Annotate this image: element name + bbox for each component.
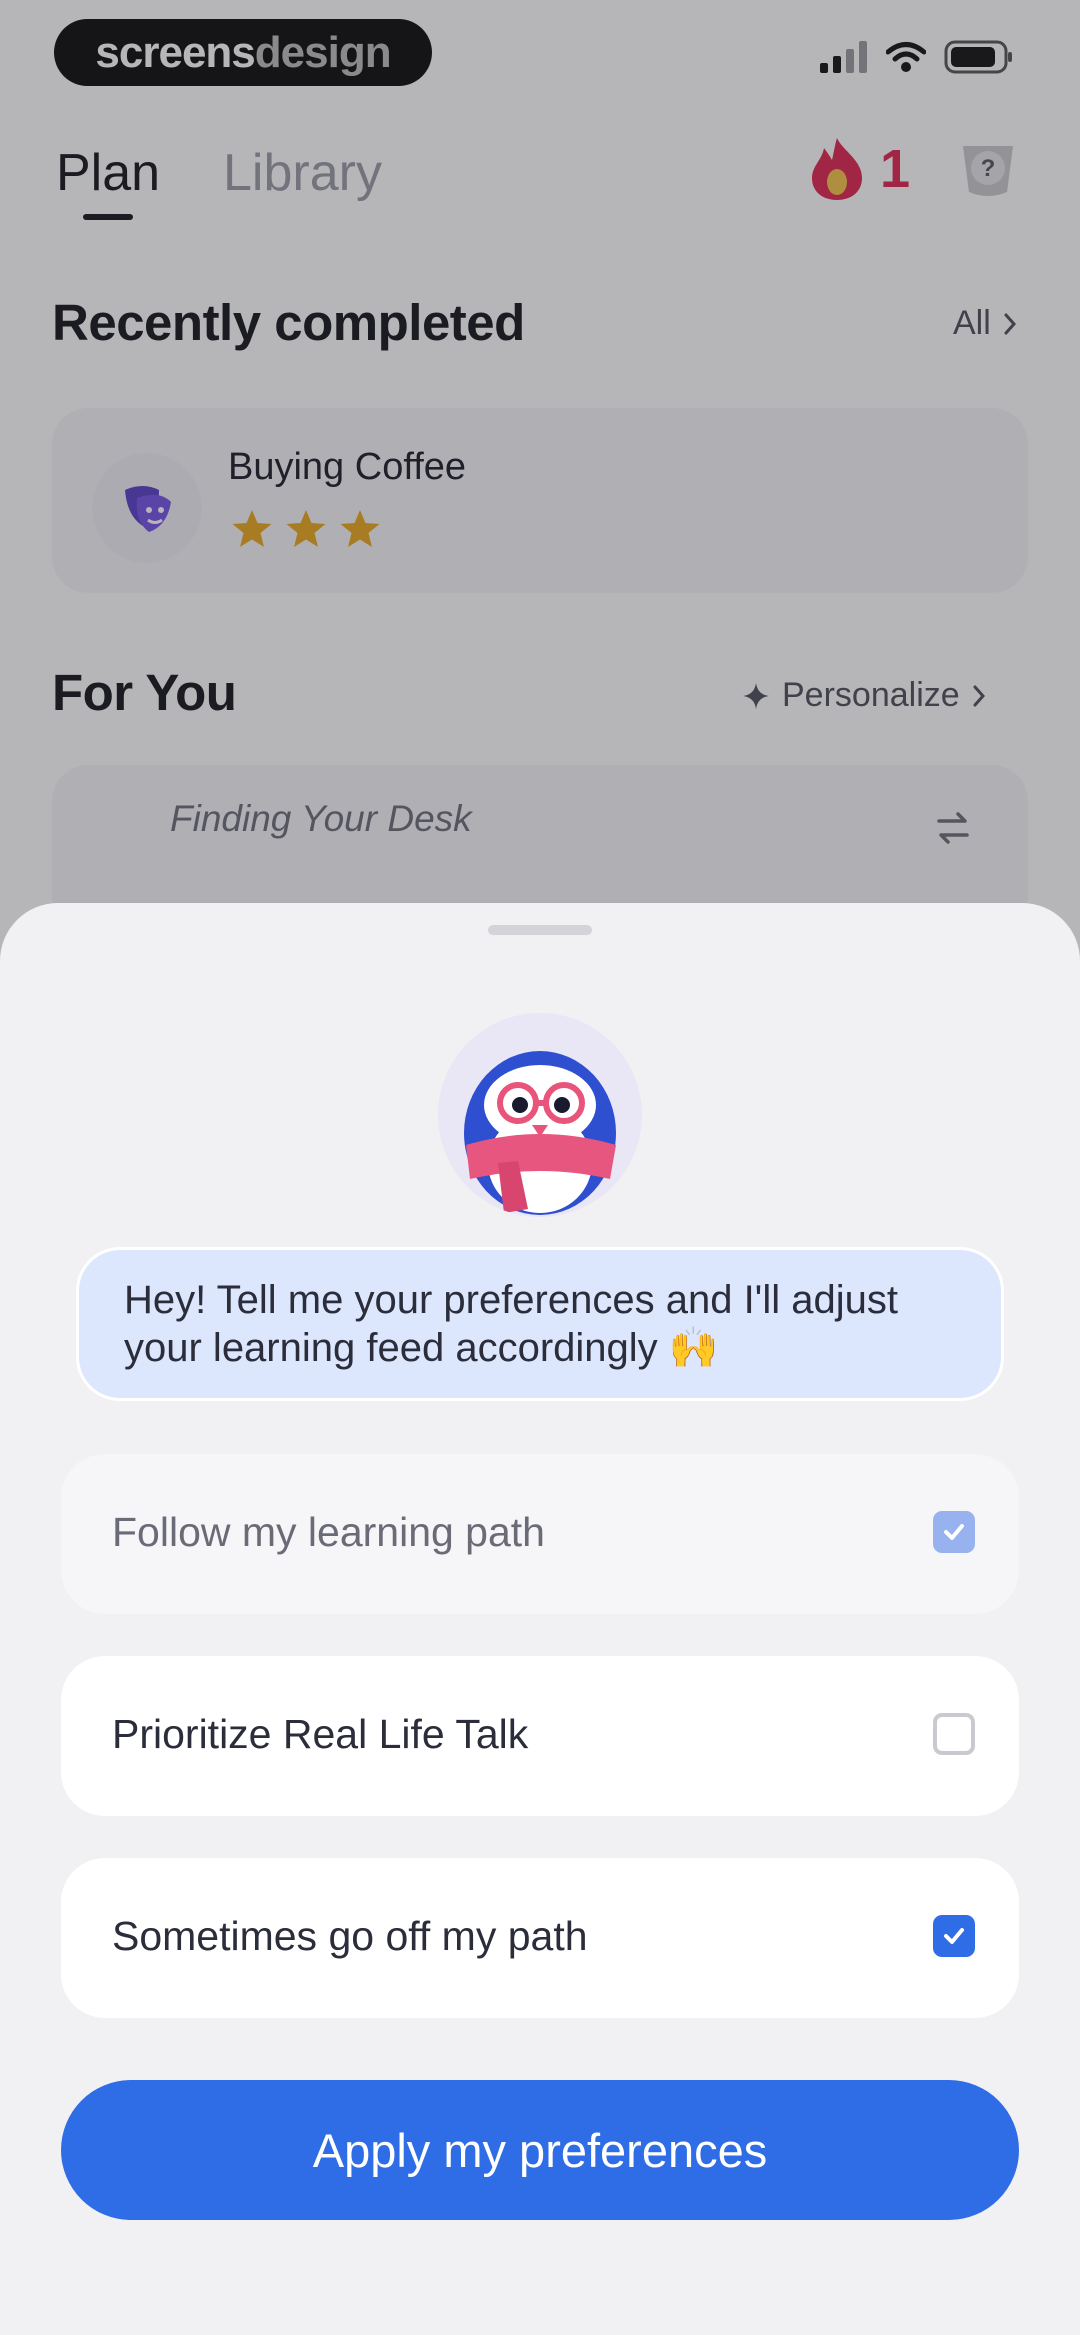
checkbox-checked[interactable] <box>933 1511 975 1553</box>
option-sometimes-go-off-path[interactable]: Sometimes go off my path <box>61 1858 1019 2018</box>
apply-preferences-button[interactable]: Apply my preferences <box>61 2080 1019 2220</box>
checkbox-unchecked[interactable] <box>933 1713 975 1755</box>
penguin-mascot <box>438 1013 642 1217</box>
mascot-message: Hey! Tell me your preferences and I'll a… <box>124 1278 898 1370</box>
option-label: Follow my learning path <box>112 1509 545 1555</box>
option-prioritize-real-life-talk[interactable]: Prioritize Real Life Talk <box>61 1656 1019 1816</box>
option-follow-learning-path[interactable]: Follow my learning path <box>61 1454 1019 1614</box>
option-label: Sometimes go off my path <box>112 1913 588 1959</box>
checkmark-icon <box>944 1524 964 1540</box>
preferences-sheet: Hey! Tell me your preferences and I'll a… <box>0 903 1080 2335</box>
sheet-drag-handle[interactable] <box>488 925 592 935</box>
checkmark-icon <box>944 1928 964 1944</box>
mascot-speech-bubble: Hey! Tell me your preferences and I'll a… <box>76 1247 1004 1401</box>
penguin-mascot-icon <box>464 1051 616 1215</box>
option-label: Prioritize Real Life Talk <box>112 1711 529 1757</box>
checkbox-checked[interactable] <box>933 1915 975 1957</box>
